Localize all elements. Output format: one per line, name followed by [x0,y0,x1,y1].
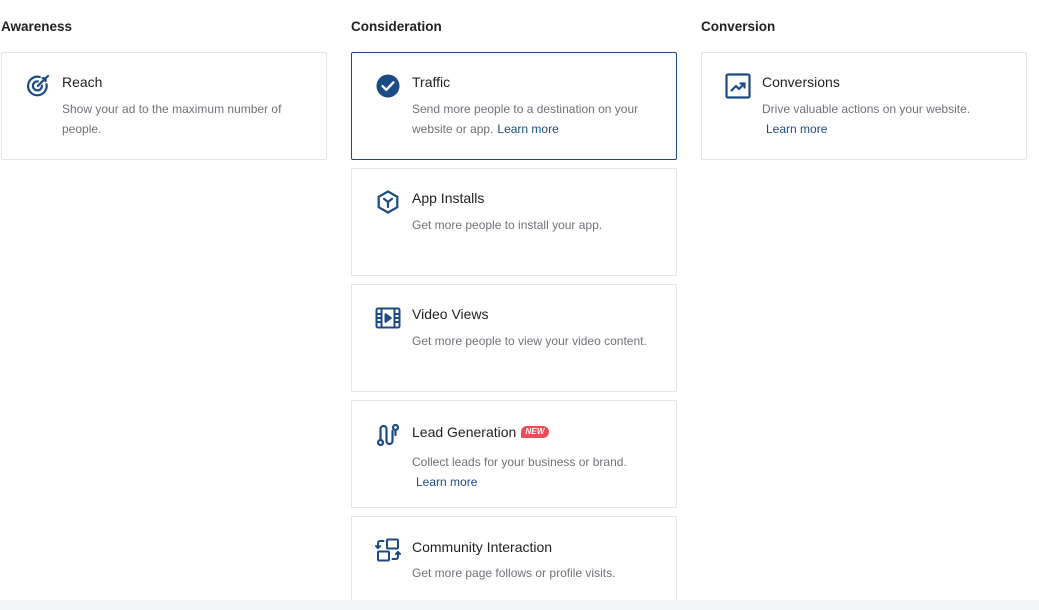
objective-description: Get more people to view your video conte… [412,331,662,351]
lead-path-icon [375,422,401,448]
objective-title: Conversions [762,74,840,90]
conversions-description: Drive valuable actions on your website. [762,102,971,116]
objective-description: Get more people to install your app. [412,215,662,235]
objective-title: Reach [62,74,102,90]
app-installs-description: Get more people to install your app. [412,218,603,232]
objective-title: Traffic [412,74,450,90]
lead-generation-title: Lead Generation [412,424,517,440]
app-hexagon-icon [375,189,401,215]
community-interaction-title: Community Interaction [412,539,553,555]
objective-card-reach[interactable]: Reach Show your ad to the maximum number… [1,52,327,160]
conversions-title: Conversions [762,74,840,90]
conversions-learn-more-link[interactable]: Learn more [762,119,1012,139]
trend-chart-icon [725,73,751,99]
video-views-description: Get more people to view your video conte… [412,334,647,348]
target-icon [25,73,51,99]
awareness-heading: Awareness [1,19,73,34]
new-badge: NEW [521,426,549,438]
objective-title: App Installs [412,190,484,206]
traffic-title: Traffic [412,74,451,90]
objective-card-lead-generation[interactable]: Lead Generation NEW Collect leads for yo… [351,400,677,508]
objective-description: Collect leads for your business or brand… [412,452,662,492]
community-interaction-description: Get more page follows or profile visits. [412,566,616,580]
lead-generation-description: Collect leads for your business or brand… [412,455,627,469]
film-play-icon [375,305,401,331]
objective-card-app-installs[interactable]: App Installs Get more people to install … [351,168,677,276]
objective-description: Send more people to a destination on you… [412,99,662,139]
conversion-heading: Conversion [701,19,776,34]
traffic-learn-more-link[interactable]: Learn more [493,122,558,136]
reach-description: Show your ad to the maximum number of pe… [62,102,282,136]
reach-title: Reach [62,74,103,90]
objective-description: Get more page follows or profile visits. [412,563,662,583]
objective-card-traffic[interactable]: Traffic Send more people to a destinatio… [351,52,677,160]
video-views-title: Video Views [412,306,489,322]
objective-card-conversions[interactable]: Conversions Drive valuable actions on yo… [701,52,1027,160]
objective-description: Show your ad to the maximum number of pe… [62,99,312,139]
objective-title: Video Views [412,306,489,322]
consideration-heading: Consideration [351,19,442,34]
lead-generation-learn-more-link[interactable]: Learn more [412,472,662,492]
objective-card-community-interaction[interactable]: Community Interaction Get more page foll… [351,516,677,610]
community-swap-icon [375,537,401,563]
objective-description: Drive valuable actions on your website. … [762,99,1012,139]
app-installs-title: App Installs [412,190,485,206]
objective-title: Lead Generation NEW [412,424,549,440]
objective-title: Community Interaction [412,539,552,555]
bottom-scroll-edge [0,600,1039,610]
check-circle-icon [375,73,401,99]
objective-card-video-views[interactable]: Video Views Get more people to view your… [351,284,677,392]
objective-selection-page: Awareness Reach Show your ad to the maxi… [0,0,1039,610]
